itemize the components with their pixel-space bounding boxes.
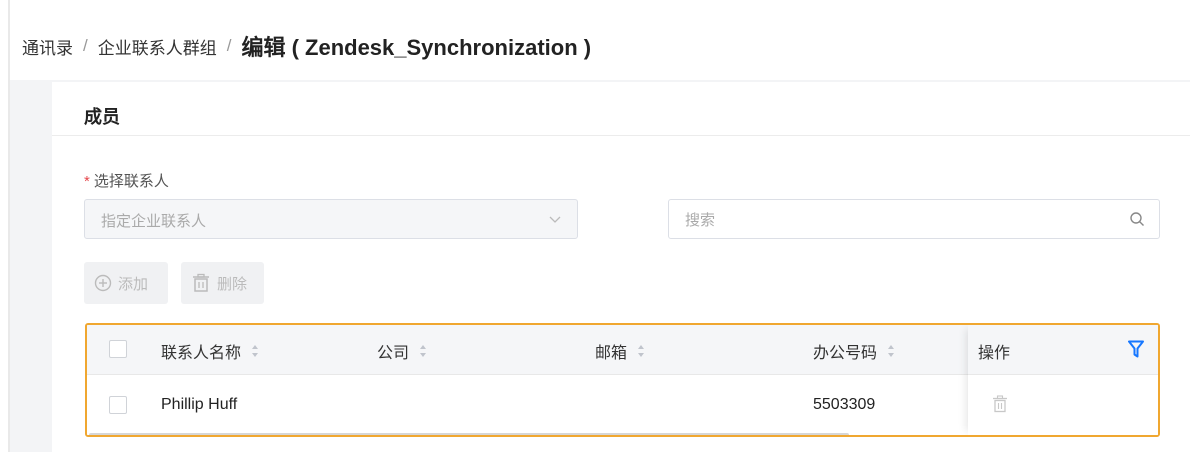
breadcrumb-separator: / [226, 36, 232, 55]
actions-column-header: 操作 [968, 325, 1158, 375]
row-checkbox[interactable] [109, 396, 127, 414]
sort-icon[interactable] [419, 344, 427, 358]
sort-icon[interactable] [887, 344, 895, 358]
page-title: 编辑 ( Zendesk_Synchronization ) [241, 35, 592, 60]
breadcrumb-contact-groups[interactable]: 企业联系人群组 [98, 34, 217, 59]
card-title: 成员 [84, 107, 120, 127]
select-contacts-label-text: 选择联系人 [93, 173, 169, 190]
add-button[interactable]: 添加 [84, 262, 168, 304]
add-button-label: 添加 [118, 275, 149, 293]
breadcrumb: 通讯录 / 企业联系人群组 / 编辑 ( Zendesk_Synchroniza… [22, 30, 591, 62]
cell-office-number: 5503309 [813, 396, 876, 413]
select-all-checkbox[interactable] [109, 340, 127, 358]
delete-button[interactable]: 删除 [181, 262, 264, 304]
column-header-office-number-label: 办公号码 [813, 345, 878, 362]
column-header-name-label: 联系人名称 [161, 345, 242, 362]
column-header-email-label: 邮箱 [595, 345, 628, 362]
breadcrumb-contacts[interactable]: 通讯录 [22, 34, 73, 59]
actions-cell [968, 375, 1158, 435]
delete-button-label: 删除 [217, 275, 248, 293]
plus-circle-icon [94, 274, 112, 292]
chevron-down-icon [549, 216, 561, 223]
column-header-name[interactable]: 联系人名称 [161, 339, 259, 363]
trash-icon[interactable] [992, 395, 1008, 413]
column-header-company-label: 公司 [377, 345, 410, 362]
search-icon[interactable] [1129, 211, 1145, 227]
search-input[interactable] [683, 208, 1107, 232]
required-mark: * [84, 173, 90, 190]
column-header-actions: 操作 [978, 345, 1011, 362]
sort-icon[interactable] [637, 344, 645, 358]
actions-column: 操作 [968, 325, 1158, 435]
trash-icon [193, 273, 209, 292]
column-header-office-number[interactable]: 办公号码 [813, 339, 895, 363]
horizontal-scrollbar[interactable] [89, 433, 849, 435]
search-field[interactable] [668, 199, 1160, 239]
sort-icon[interactable] [251, 344, 259, 358]
column-header-email[interactable]: 邮箱 [595, 339, 645, 363]
cell-name: Phillip Huff [161, 396, 238, 413]
column-header-company[interactable]: 公司 [377, 339, 427, 363]
card-divider [52, 135, 1190, 136]
contact-type-select[interactable]: 指定企业联系人 [84, 199, 578, 239]
filter-icon[interactable] [1128, 340, 1144, 358]
members-table: 联系人名称 公司 邮箱 办公号码 Phillip Huff 5503309 操作 [85, 323, 1160, 437]
contact-type-select-value: 指定企业联系人 [101, 213, 207, 230]
breadcrumb-separator: / [83, 36, 88, 55]
select-contacts-label: * 选择联系人 [84, 170, 169, 191]
